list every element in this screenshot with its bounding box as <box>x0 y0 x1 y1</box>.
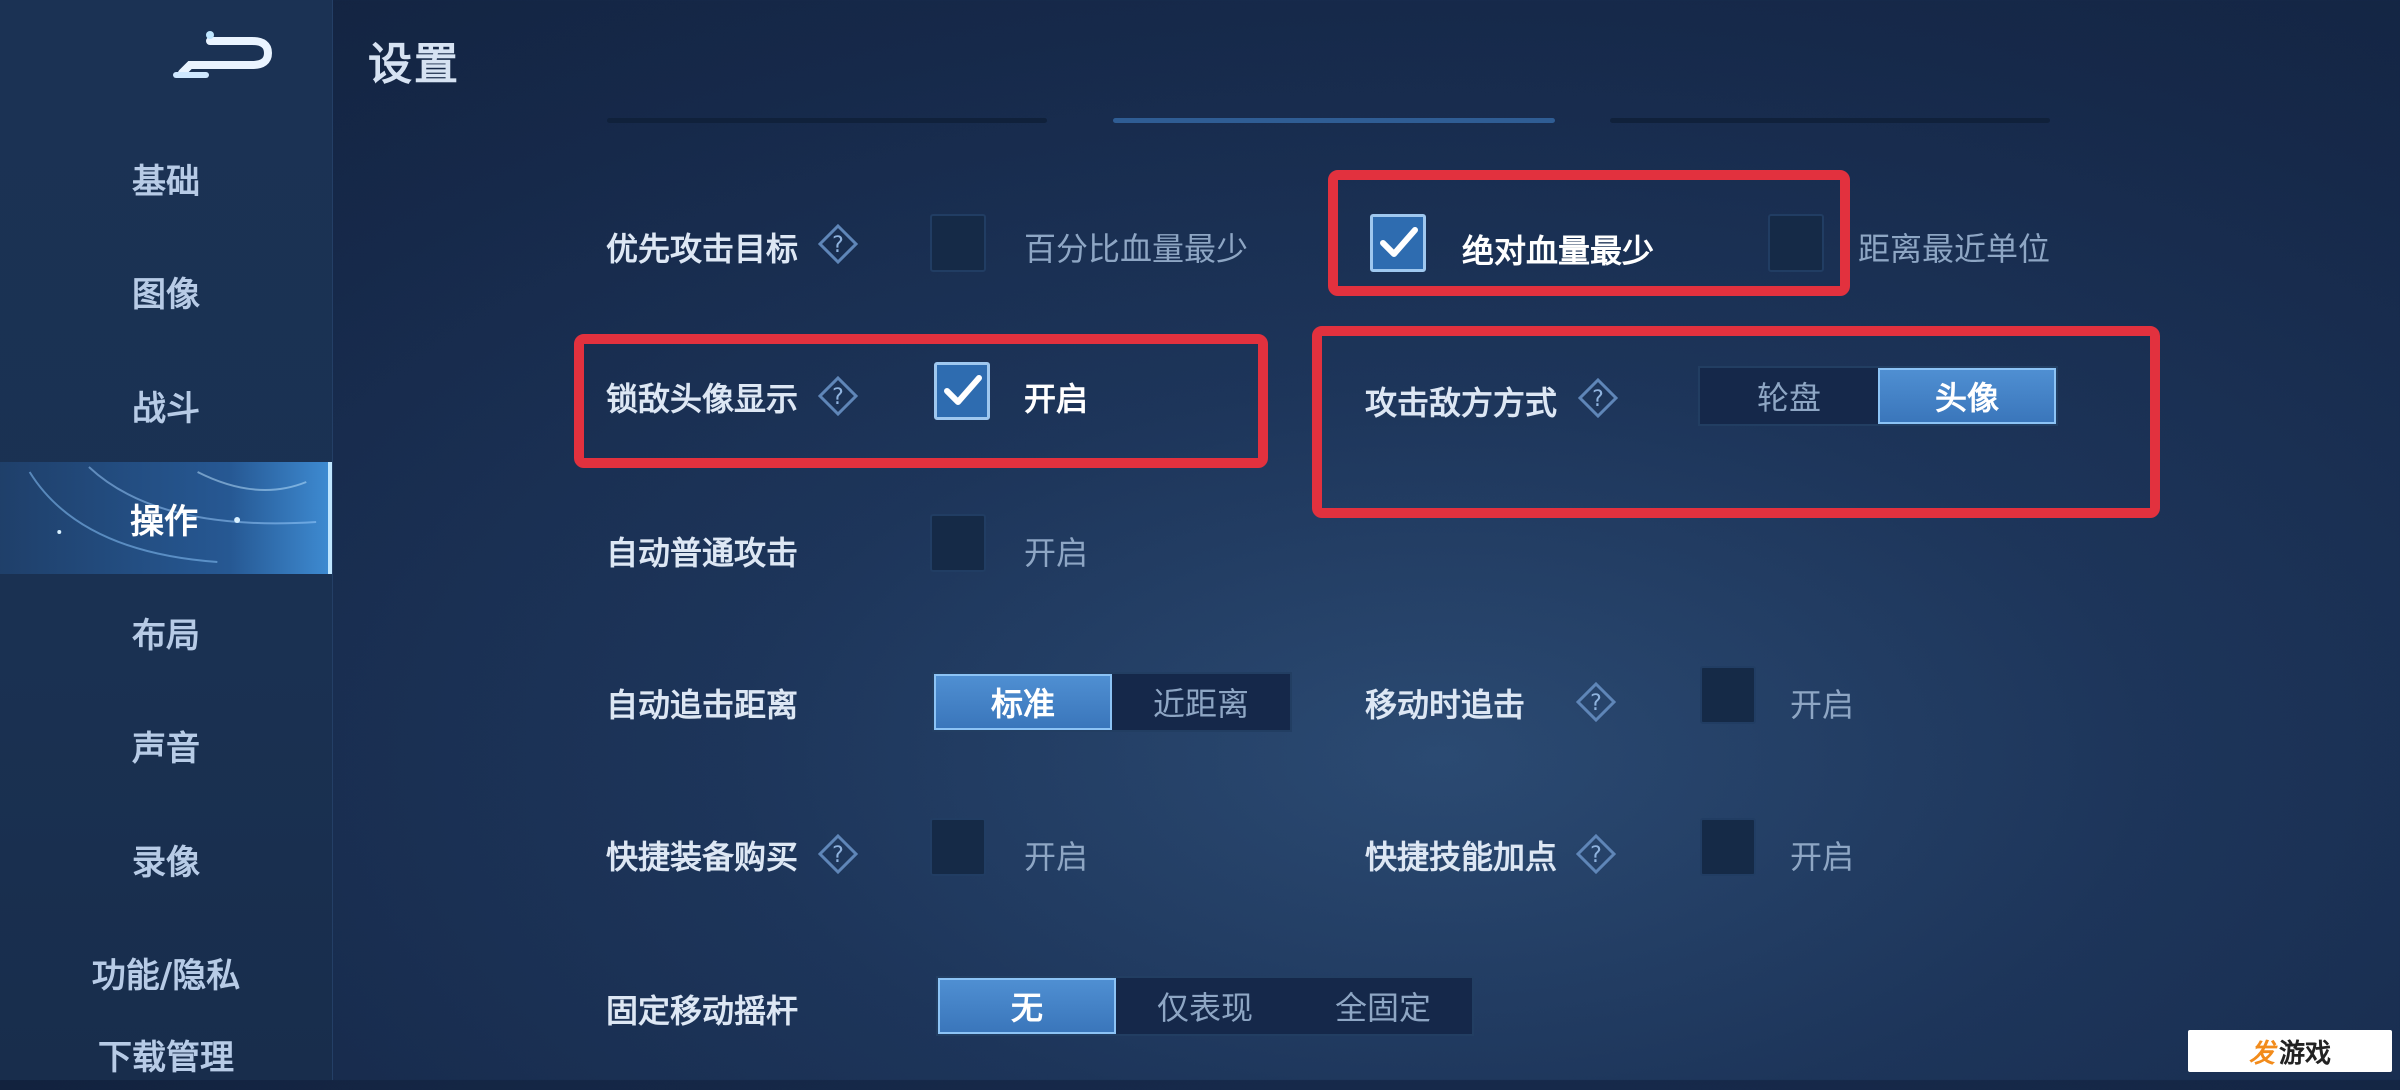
option-label: 开启 <box>1790 686 1855 724</box>
help-icon[interactable]: ? <box>818 224 858 264</box>
help-icon[interactable]: ? <box>818 834 858 874</box>
setting-label: 快捷技能加点 <box>1365 838 1558 876</box>
highlight-box <box>574 334 1268 468</box>
segment-close-range[interactable]: 近距离 <box>1112 674 1290 730</box>
svg-text:?: ? <box>1590 691 1602 716</box>
sidebar-item-basic[interactable]: 基础 <box>0 122 332 234</box>
subtab-line-2[interactable] <box>1113 118 1555 123</box>
segment-full-fixed[interactable]: 全固定 <box>1294 978 1472 1034</box>
svg-text:?: ? <box>832 233 844 258</box>
svg-text:?: ? <box>832 843 844 868</box>
sidebar-item-controls[interactable]: 操作 <box>0 462 332 574</box>
option-label: 开启 <box>1790 838 1855 876</box>
sidebar-item-combat[interactable]: 战斗 <box>0 349 332 461</box>
chase-distance-segmented: 标准 近距离 <box>932 672 1292 732</box>
setting-label: 自动追击距离 <box>606 686 799 724</box>
setting-label: 固定移动摇杆 <box>606 992 799 1030</box>
checkbox-quick-skill[interactable] <box>1700 818 1756 876</box>
option-label: 开启 <box>1024 534 1089 572</box>
segment-visual-only[interactable]: 仅表现 <box>1116 978 1294 1034</box>
option-label: 百分比血量最少 <box>1024 230 1249 268</box>
checkbox-percent-hp[interactable] <box>930 214 986 272</box>
subtab-line-1[interactable] <box>607 118 1047 123</box>
sidebar: 基础 图像 战斗 操作 布局 声音 录像 功能/隐私 下载管理 <box>0 0 333 1080</box>
sidebar-item-replay[interactable]: 录像 <box>0 803 332 915</box>
checkbox-quick-buy[interactable] <box>930 818 986 876</box>
back-arrow-icon <box>173 31 273 78</box>
sidebar-item-layout[interactable]: 布局 <box>0 576 332 688</box>
setting-label: 移动时追击 <box>1365 686 1526 724</box>
sidebar-item-downloads[interactable]: 下载管理 <box>0 1030 332 1090</box>
setting-label: 快捷装备购买 <box>606 838 799 876</box>
sidebar-item-sound[interactable]: 声音 <box>0 689 332 801</box>
sidebar-item-graphics[interactable]: 图像 <box>0 235 332 347</box>
svg-text:?: ? <box>1590 843 1602 868</box>
segment-none[interactable]: 无 <box>938 978 1116 1034</box>
setting-label: 优先攻击目标 <box>606 230 799 268</box>
checkbox-auto-attack[interactable] <box>930 514 986 572</box>
help-icon[interactable]: ? <box>1576 682 1616 722</box>
page-title: 设置 <box>368 39 460 90</box>
segment-standard[interactable]: 标准 <box>934 674 1112 730</box>
setting-label: 自动普通攻击 <box>606 534 799 572</box>
highlight-box <box>1312 326 2160 518</box>
watermark-logo: 发游戏 <box>2188 1030 2392 1072</box>
back-button[interactable] <box>170 25 280 85</box>
sidebar-item-privacy[interactable]: 功能/隐私 <box>0 916 332 1028</box>
help-icon[interactable]: ? <box>1576 834 1616 874</box>
checkbox-move-chase[interactable] <box>1700 666 1756 724</box>
highlight-box <box>1328 170 1850 296</box>
option-label: 开启 <box>1024 838 1089 876</box>
fixed-joystick-segmented: 无 仅表现 全固定 <box>936 976 1474 1036</box>
option-label: 距离最近单位 <box>1858 230 2051 268</box>
subtab-line-3[interactable] <box>1610 118 2050 123</box>
